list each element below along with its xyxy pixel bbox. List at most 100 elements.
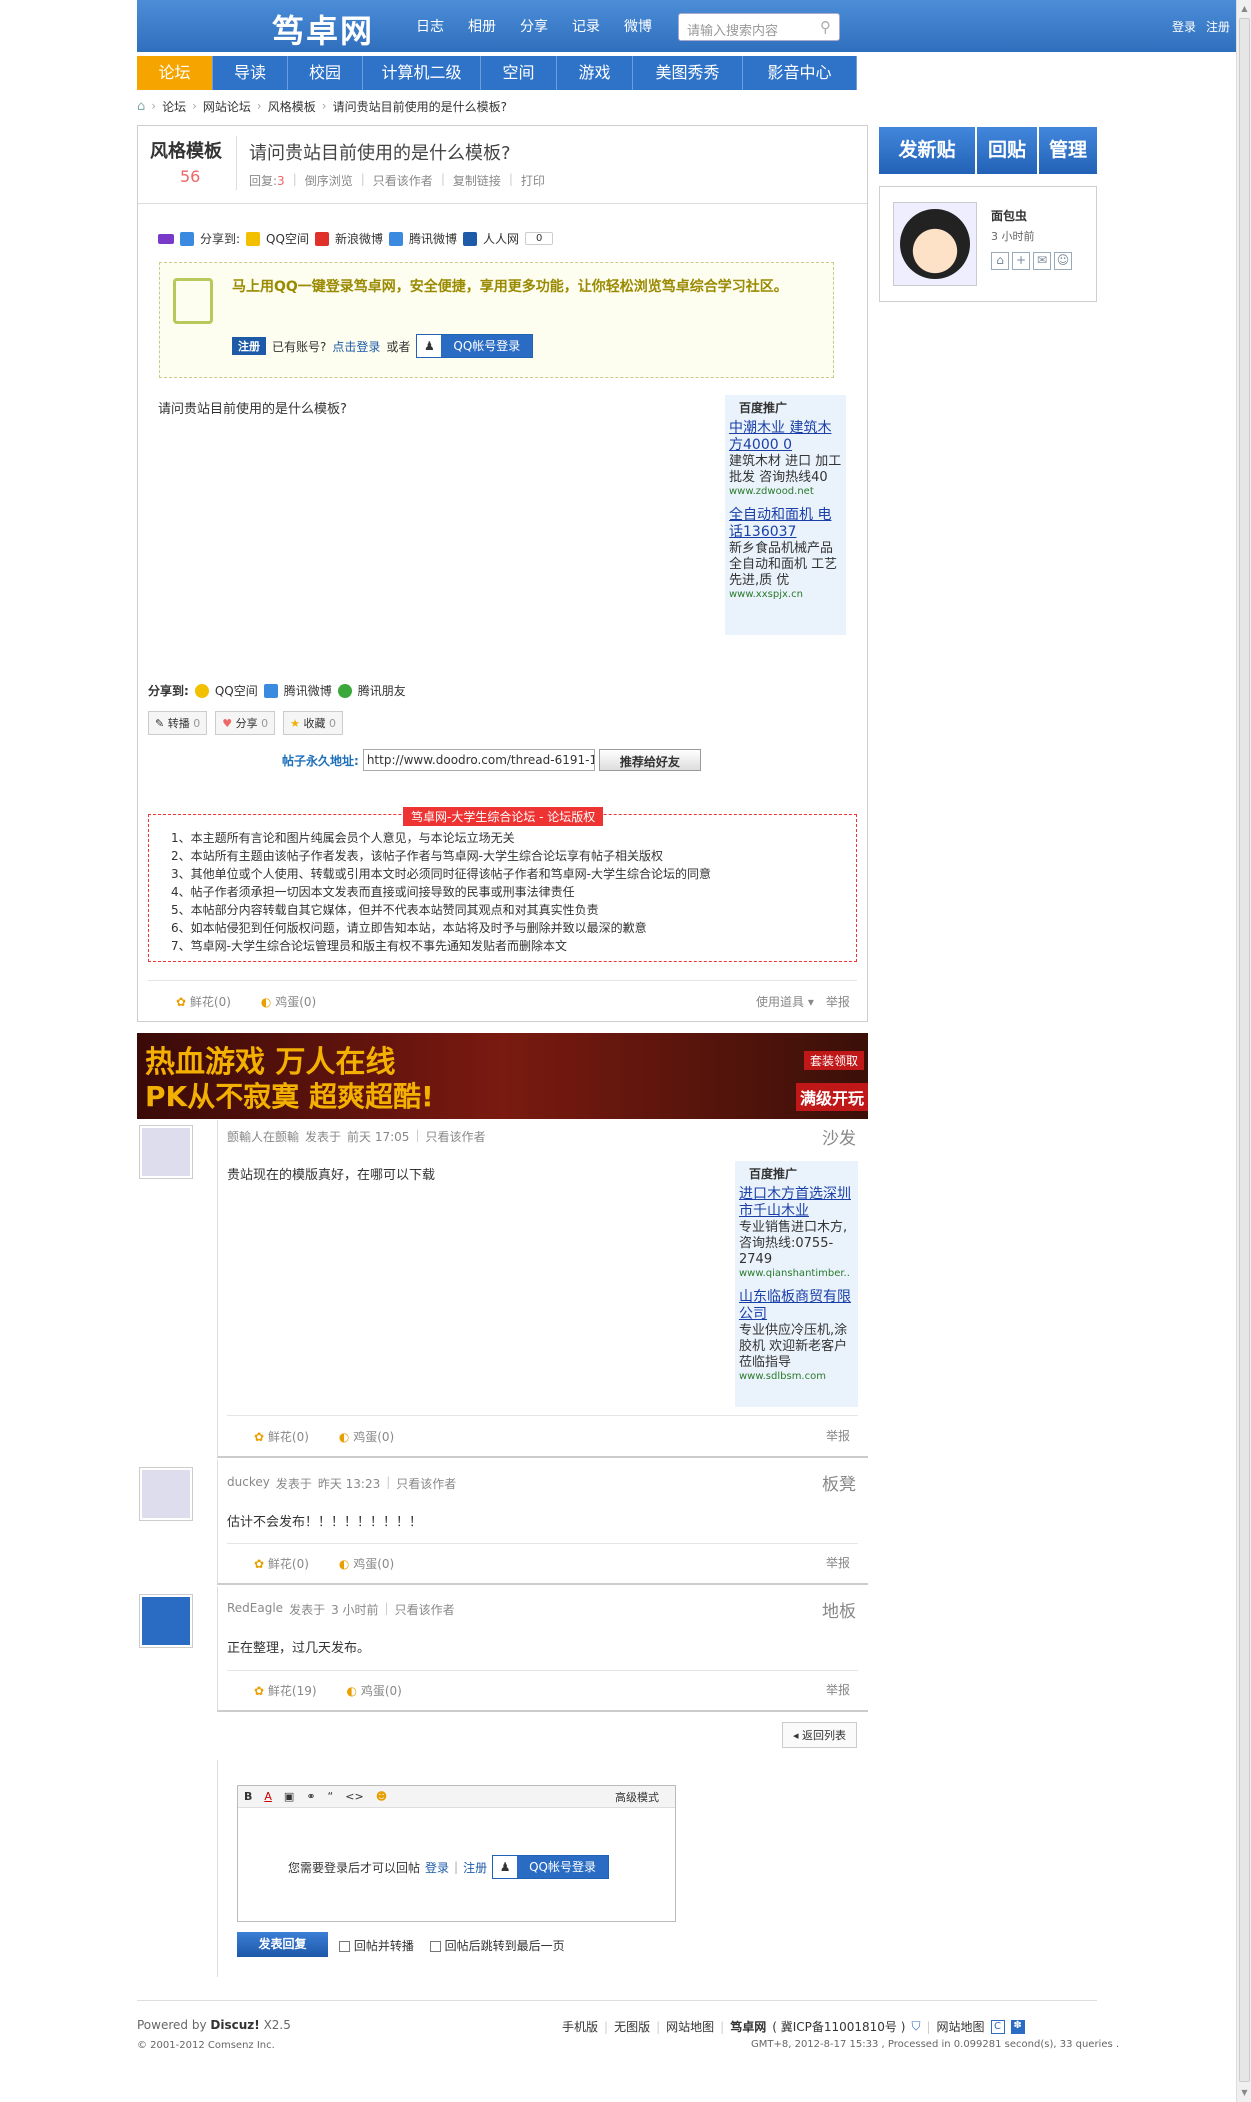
top-nav-item-weibo[interactable]: 微博 (624, 16, 652, 36)
main-nav-forum[interactable]: 论坛 (137, 56, 213, 90)
reply-2-egg[interactable]: ◐ 鸡蛋(0) (339, 1555, 394, 1572)
category-name[interactable]: 风格模板 (150, 137, 222, 163)
editor-register-link[interactable]: 注册 (463, 1859, 487, 1876)
reply-1-only-author[interactable]: 只看该作者 (425, 1128, 485, 1145)
smiley-icon[interactable]: ☻ (376, 1790, 387, 1803)
forward-button[interactable]: ✎ 转播 0 (148, 711, 208, 735)
favorite-button[interactable]: ★ 收藏 0 (283, 711, 343, 735)
share-tencent[interactable]: 腾讯微博 (409, 230, 457, 247)
share-bottom-tfriend[interactable]: 腾讯朋友 (358, 682, 406, 699)
font-color-icon[interactable]: A (264, 1790, 272, 1803)
mobile-link[interactable]: 手机版 (562, 2018, 598, 2035)
baidu-paw-icon[interactable]: ✽ (1010, 2019, 1025, 2034)
only-author-link[interactable]: 只看该作者 (373, 172, 433, 189)
new-post-button[interactable]: 发新贴 (879, 127, 975, 174)
reply-2-avatar[interactable] (139, 1467, 193, 1521)
message-icon[interactable]: ✉ (1033, 252, 1051, 270)
permalink-input[interactable]: http://www.doodro.com/thread-6191-1 (362, 749, 595, 771)
add-friend-icon[interactable]: + (1012, 252, 1030, 270)
reply-3-avatar[interactable] (139, 1594, 193, 1648)
recommend-button[interactable]: 推荐给好友 (598, 749, 701, 771)
reply-2-report[interactable]: 举报 (826, 1554, 850, 1571)
main-nav-game[interactable]: 游戏 (557, 56, 633, 90)
main-nav-meitu[interactable]: 美图秀秀 (633, 56, 743, 90)
main-nav-campus[interactable]: 校园 (288, 56, 363, 90)
greet-icon[interactable]: ☺ (1054, 252, 1072, 270)
manage-button[interactable]: 管理 (1039, 127, 1097, 174)
scroll-down-arrow[interactable]: ▼ (1239, 2086, 1250, 2100)
forward-checkbox[interactable]: 回帖并转播 (339, 1937, 414, 1954)
reply-3-egg[interactable]: ◐ 鸡蛋(0) (347, 1682, 402, 1699)
scroll-thumb[interactable] (1239, 18, 1250, 2082)
crumb-forum[interactable]: 论坛 (162, 98, 186, 115)
reply-3-author[interactable]: RedEagle (227, 1601, 283, 1618)
main-nav-guide[interactable]: 导读 (213, 56, 288, 90)
use-tools-link[interactable]: 使用道具 ▾ (756, 993, 814, 1010)
jump-last-checkbox[interactable]: 回帖后跳转到最后一页 (429, 1937, 565, 1954)
site-logo[interactable]: 笃卓网 (272, 6, 374, 52)
share-button[interactable]: ♥ 分享 0 (215, 711, 276, 735)
home-icon[interactable]: ⌂ (137, 99, 145, 114)
share-renren[interactable]: 人人网 (483, 230, 519, 247)
reply-1-egg[interactable]: ◐ 鸡蛋(0) (339, 1428, 394, 1445)
reply-1-report[interactable]: 举报 (826, 1427, 850, 1444)
footer-sitemap-link[interactable]: 网站地图 (937, 2018, 985, 2035)
login-link[interactable]: 登录 (1172, 18, 1196, 35)
search-input[interactable]: 请输入搜索内容 ⚲ (678, 13, 840, 41)
click-login-link[interactable]: 点击登录 (332, 338, 380, 355)
reply-1-ad-link-1[interactable]: 进口木方首选深圳市千山木业 (739, 1186, 854, 1220)
advanced-mode-link[interactable]: 高级模式 (615, 1789, 659, 1805)
reply-2-only-author[interactable]: 只看该作者 (396, 1475, 456, 1492)
footer-site-name[interactable]: 笃卓网 (730, 2018, 766, 2035)
main-nav-computer[interactable]: 计算机二级 (363, 56, 481, 90)
register-link[interactable]: 注册 (1206, 18, 1230, 35)
reply-3-flower[interactable]: ✿ 鲜花(19) (254, 1682, 317, 1699)
reply-1-ad-url-1[interactable]: www.qianshantimber.. (739, 1268, 854, 1279)
bold-icon[interactable]: B (244, 1790, 252, 1803)
search-icon[interactable]: ⚲ (820, 18, 831, 36)
editor-login-link[interactable]: 登录 (425, 1859, 449, 1876)
author-avatar[interactable] (893, 202, 977, 286)
link-icon[interactable]: ⚭ (306, 1790, 315, 1803)
ad-url-2[interactable]: www.xxspjx.cn (729, 589, 842, 600)
reply-button[interactable]: 回贴 (977, 127, 1037, 174)
share-sina[interactable]: 新浪微博 (335, 230, 383, 247)
reply-1-avatar[interactable] (139, 1125, 193, 1179)
editor-qq-login-button[interactable]: ♟ QQ帐号登录 (492, 1855, 609, 1879)
home-icon[interactable]: ⌂ (991, 252, 1009, 270)
print-link[interactable]: 打印 (521, 172, 545, 189)
share-qzone[interactable]: QQ空间 (266, 230, 309, 247)
sitemap-link[interactable]: 网站地图 (666, 2018, 714, 2035)
no-image-link[interactable]: 无图版 (614, 2018, 650, 2035)
top-nav-item-album[interactable]: 相册 (468, 16, 496, 36)
cnzz-icon[interactable]: C (990, 2019, 1005, 2034)
main-nav-space[interactable]: 空间 (481, 56, 557, 90)
share-bottom-tweibo[interactable]: 腾讯微博 (284, 682, 332, 699)
ad-link-2[interactable]: 全自动和面机 电话136037 (729, 507, 842, 541)
reply-1-ad-url-2[interactable]: www.sdlbsm.com (739, 1371, 854, 1382)
vertical-scrollbar[interactable]: ▲ ▼ (1236, 0, 1251, 2102)
flower-button[interactable]: ✿ 鲜花(0) (176, 993, 231, 1010)
egg-button[interactable]: ◐ 鸡蛋(0) (261, 993, 316, 1010)
copy-link[interactable]: 复制链接 (453, 172, 501, 189)
crumb-site-forum[interactable]: 网站论坛 (203, 98, 251, 115)
report-link[interactable]: 举报 (826, 993, 850, 1010)
back-to-list-button[interactable]: ◂ 返回列表 (782, 1722, 858, 1748)
top-nav-item-share[interactable]: 分享 (520, 16, 548, 36)
share-bottom-qzone[interactable]: QQ空间 (215, 682, 258, 699)
discuz-link[interactable]: Discuz! (210, 2018, 259, 2032)
scroll-up-arrow[interactable]: ▲ (1239, 2, 1250, 16)
top-nav-item-blog[interactable]: 日志 (416, 16, 444, 36)
reverse-order-link[interactable]: 倒序浏览 (305, 172, 353, 189)
author-name[interactable]: 面包虫 (991, 207, 1027, 224)
reply-1-author[interactable]: 颤輸人在颤輸 (227, 1128, 299, 1145)
crumb-style[interactable]: 风格模板 (268, 98, 316, 115)
reply-2-author[interactable]: duckey (227, 1475, 270, 1492)
code-icon[interactable]: <> (345, 1790, 363, 1803)
ad-link-1[interactable]: 中潮木业 建筑木方4000 0 (729, 420, 842, 454)
qq-login-button[interactable]: ♟ QQ帐号登录 (416, 334, 534, 358)
main-nav-media[interactable]: 影音中心 (743, 56, 857, 90)
reply-3-report[interactable]: 举报 (826, 1681, 850, 1698)
reply-1-ad-link-2[interactable]: 山东临板商贸有限公司 (739, 1289, 854, 1323)
reply-3-only-author[interactable]: 只看该作者 (395, 1601, 455, 1618)
